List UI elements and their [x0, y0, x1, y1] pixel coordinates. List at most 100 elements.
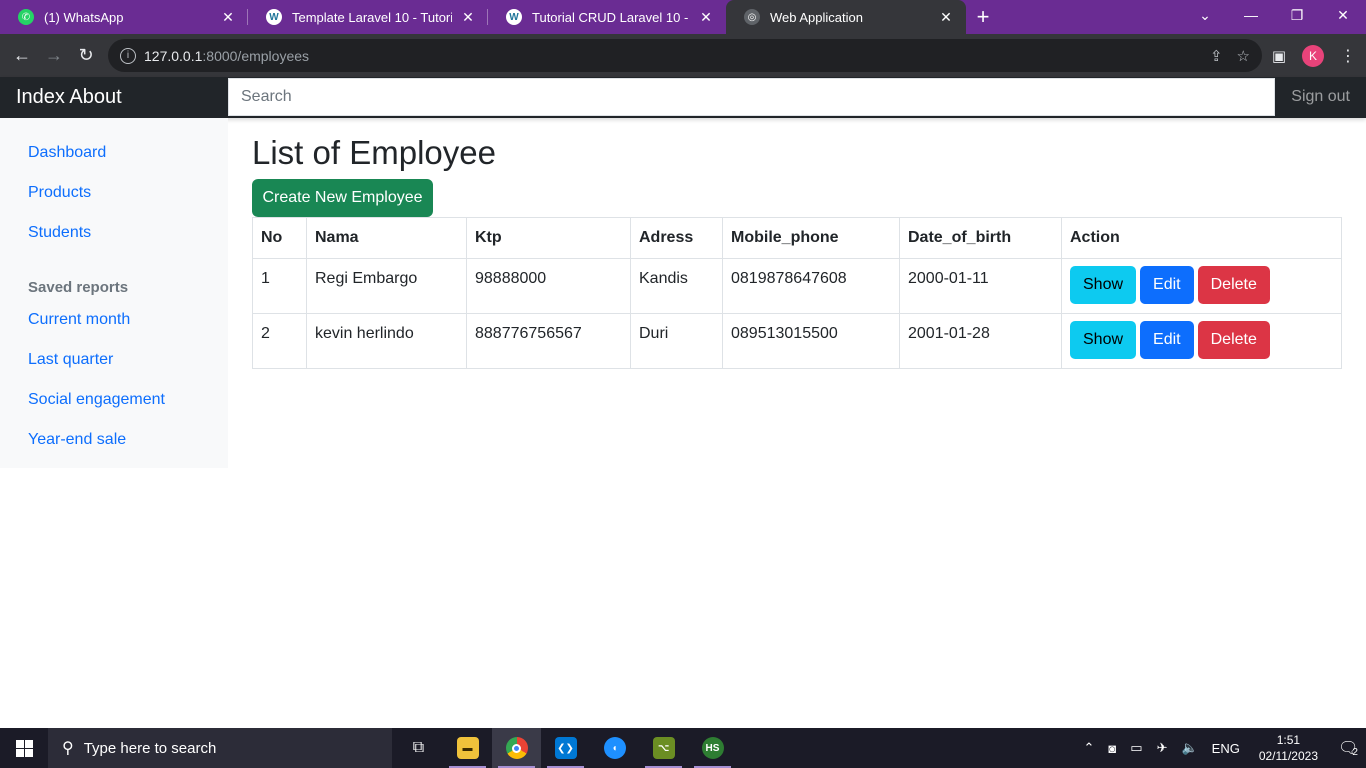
chevron-up-icon[interactable]: ⌃	[1084, 740, 1095, 756]
url-host: 127.0.0.1	[144, 47, 203, 64]
page-title: List of Employee	[252, 134, 496, 171]
url-path: :8000/employees	[202, 47, 310, 64]
notification-center-button[interactable]: 🗨 2	[1330, 738, 1366, 758]
clock-date: 02/11/2023	[1258, 749, 1318, 763]
cell-date-of-birth: 2001-01-28	[899, 313, 1062, 369]
create-employee-button[interactable]: Create New Employee	[252, 179, 433, 217]
taskbar-search-box[interactable]: ⚲ Type here to search	[48, 728, 392, 768]
notification-count: 2	[1352, 746, 1358, 758]
site-info-icon[interactable]: i	[120, 47, 136, 64]
cell-adress: Duri	[630, 313, 723, 369]
column-header-nama: Nama	[306, 217, 467, 259]
delete-button[interactable]: Delete	[1197, 321, 1270, 359]
table-row: 1 Regi Embargo 98888000 Kandis 081987864…	[252, 258, 1342, 314]
sidebar-item-year-end-sale[interactable]: Year-end sale	[28, 431, 126, 449]
tab-template-laravel[interactable]: W Template Laravel 10 - Tutorial ✕	[248, 0, 488, 34]
vscode-button[interactable]: ❮❯	[541, 728, 590, 768]
app-button[interactable]: ◖	[590, 728, 639, 768]
share-icon[interactable]: ⇪	[1210, 47, 1223, 65]
app-navbar: Index About Sign out	[0, 77, 1366, 118]
new-tab-button[interactable]: +	[966, 0, 1000, 34]
webcam-icon[interactable]: ◙	[1108, 741, 1116, 756]
close-icon[interactable]: ✕	[698, 9, 714, 26]
forward-arrow-icon[interactable]: →	[38, 40, 70, 72]
employee-table: No Nama Ktp Adress Mobile_phone Date_of_…	[252, 217, 1342, 369]
tab-web-application[interactable]: ◎ Web Application ✕	[726, 0, 966, 34]
column-header-no: No	[252, 217, 307, 259]
bookmark-star-icon[interactable]: ☆	[1237, 47, 1250, 65]
edit-button[interactable]: Edit	[1140, 266, 1194, 304]
clock-time: 1:51	[1276, 733, 1301, 747]
tab-whatsapp[interactable]: ✆ (1) WhatsApp ✕	[0, 0, 248, 34]
back-arrow-icon[interactable]: ←	[6, 40, 38, 72]
file-explorer-button[interactable]: ▬	[443, 728, 492, 768]
window-close-button[interactable]: ✕	[1320, 0, 1366, 30]
taskbar: ⚲ Type here to search ⧉ ▬ ❮❯ ◖ ⌥ HS ⌃ ◙ …	[0, 728, 1366, 768]
side-panel-icon[interactable]: ▣	[1272, 47, 1286, 65]
delete-button[interactable]: Delete	[1197, 266, 1270, 304]
menu-kebab-icon[interactable]: ⋮	[1340, 46, 1356, 66]
cell-no: 1	[252, 258, 307, 314]
browser-tab-strip: ✆ (1) WhatsApp ✕ W Template Laravel 10 -…	[0, 0, 1366, 34]
table-header-row: No Nama Ktp Adress Mobile_phone Date_of_…	[252, 217, 1342, 259]
battery-icon[interactable]: ▭	[1130, 740, 1142, 756]
cell-ktp: 98888000	[466, 258, 631, 314]
brand[interactable]: Index About	[16, 86, 122, 109]
close-icon[interactable]: ✕	[460, 9, 476, 26]
cell-date-of-birth: 2000-01-11	[899, 258, 1062, 314]
column-header-ktp: Ktp	[466, 217, 631, 259]
edit-button[interactable]: Edit	[1140, 321, 1194, 359]
show-button[interactable]: Show	[1070, 321, 1137, 359]
sidebar-item-social-engagement[interactable]: Social engagement	[28, 391, 165, 409]
tab-title: Tutorial CRUD Laravel 10 - Tutor	[532, 9, 690, 25]
task-view-icon: ⧉	[412, 739, 425, 756]
search-input[interactable]	[228, 78, 1275, 116]
chrome-button[interactable]	[492, 728, 541, 768]
close-icon[interactable]: ✕	[938, 9, 954, 26]
sidebar-item-students[interactable]: Students	[28, 224, 91, 242]
xampp-icon: ⌥	[652, 737, 675, 759]
sign-out-link[interactable]: Sign out	[1291, 88, 1350, 106]
volume-icon[interactable]: 🔈	[1181, 740, 1197, 756]
saved-reports-heading: Saved reports	[28, 279, 129, 296]
taskbar-search-placeholder: Type here to search	[83, 739, 217, 757]
show-button[interactable]: Show	[1070, 266, 1137, 304]
minimize-button[interactable]: —	[1228, 0, 1274, 30]
tab-title: Template Laravel 10 - Tutorial	[292, 9, 452, 25]
sidebar-item-dashboard[interactable]: Dashboard	[28, 144, 106, 162]
cell-no: 2	[252, 313, 307, 369]
column-header-adress: Adress	[630, 217, 723, 259]
airplane-icon[interactable]: ✈	[1157, 740, 1168, 756]
windows-start-button[interactable]	[0, 728, 48, 768]
whatsapp-icon: ✆	[18, 9, 34, 25]
reload-icon[interactable]: ↻	[70, 40, 102, 72]
sidebar: Dashboard Products Students Saved report…	[0, 118, 228, 468]
cell-actions: Show Edit Delete	[1061, 313, 1342, 369]
address-bar[interactable]: i 127.0.0.1:8000/employees ⇪ ☆	[108, 39, 1262, 72]
column-header-action: Action	[1061, 217, 1342, 259]
tab-tutorial-crud[interactable]: W Tutorial CRUD Laravel 10 - Tutor ✕	[488, 0, 726, 34]
cell-adress: Kandis	[630, 258, 723, 314]
task-view-button[interactable]: ⧉	[394, 728, 443, 768]
chrome-icon	[505, 737, 528, 759]
language-indicator[interactable]: ENG	[1212, 741, 1240, 756]
sidebar-item-last-quarter[interactable]: Last quarter	[28, 351, 113, 369]
cell-actions: Show Edit Delete	[1061, 258, 1342, 314]
clock[interactable]: 1:51 02/11/2023	[1259, 732, 1318, 764]
sidebar-item-current-month[interactable]: Current month	[28, 311, 130, 329]
restore-button[interactable]: ❐	[1274, 0, 1320, 30]
xampp-button[interactable]: ⌥	[639, 728, 688, 768]
sidebar-item-products[interactable]: Products	[28, 184, 91, 202]
heidisql-button[interactable]: HS	[688, 728, 737, 768]
chevron-down-icon[interactable]: ⌄	[1182, 0, 1228, 30]
folder-icon: ▬	[456, 737, 479, 759]
heidisql-icon: HS	[701, 737, 724, 759]
app-icon: ◖	[603, 737, 626, 759]
browser-toolbar: ← → ↻ i 127.0.0.1:8000/employees ⇪ ☆ ▣ K…	[0, 34, 1366, 77]
wordpress-icon: W	[266, 9, 282, 25]
close-icon[interactable]: ✕	[220, 9, 236, 26]
table-row: 2 kevin herlindo 888776756567 Duri 08951…	[252, 313, 1342, 369]
profile-avatar[interactable]: K	[1302, 44, 1324, 67]
windows-logo-icon	[15, 739, 33, 757]
tab-title: Web Application	[770, 9, 863, 25]
